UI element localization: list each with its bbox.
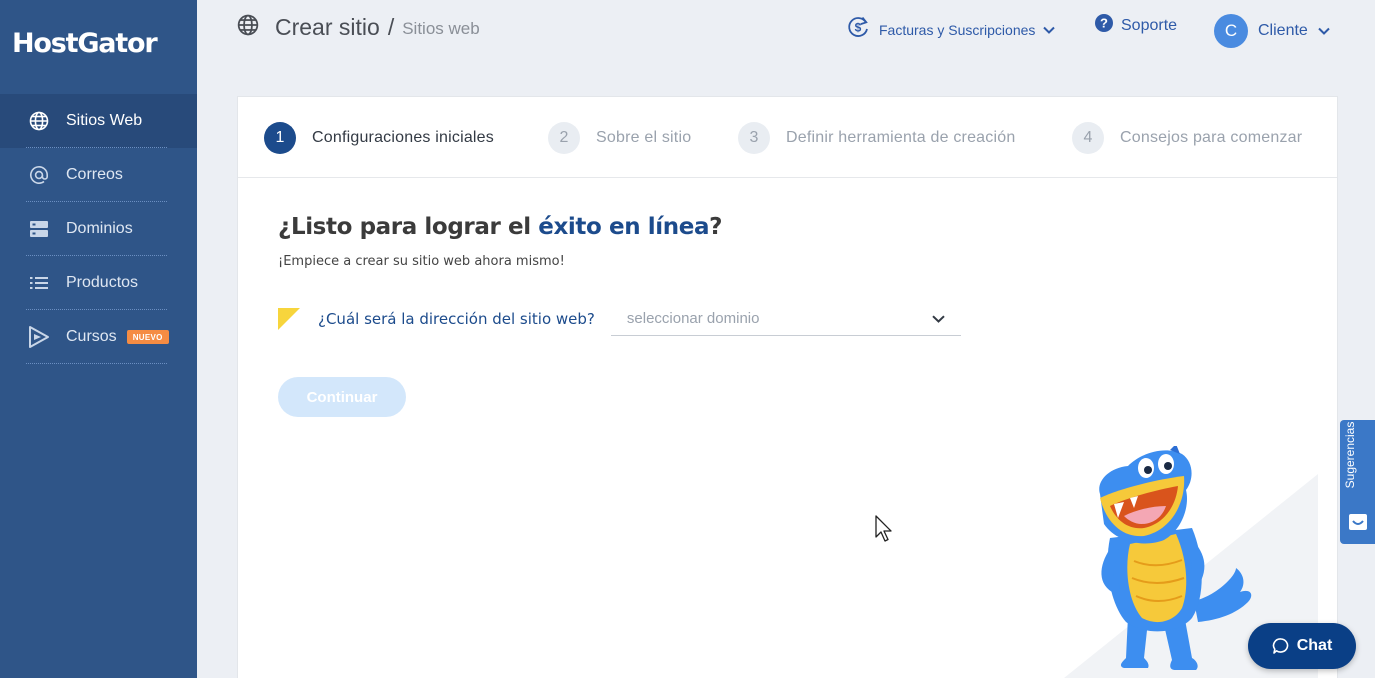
sidebar-item-label: Correos: [66, 166, 123, 183]
step-number: 3: [738, 122, 770, 154]
headline: ¿Listo para lograr el éxito en línea?: [278, 214, 722, 240]
step-configuraciones-iniciales: 1 Configuraciones iniciales: [264, 122, 494, 154]
client-label: Cliente: [1258, 22, 1308, 39]
billing-link-label: Facturas y Suscripciones: [879, 21, 1036, 38]
support-label: Soporte: [1121, 16, 1178, 34]
step-label: Consejos para comenzar: [1120, 129, 1303, 146]
domain-question-row: ¿Cuál será la dirección del sitio web? s…: [278, 302, 961, 336]
step-label: Configuraciones iniciales: [312, 129, 494, 146]
chat-bubble-icon: [1272, 638, 1289, 654]
sugerencias-label: Sugerencias: [1343, 421, 1357, 489]
domain-question-label: ¿Cuál será la dirección del sitio web?: [318, 310, 595, 328]
chevron-down-icon: [1318, 22, 1330, 40]
domain-select[interactable]: seleccionar dominio: [610, 302, 961, 336]
chevron-down-icon: [932, 310, 945, 327]
stepper: 1 Configuraciones iniciales 2 Sobre el s…: [238, 97, 1337, 178]
sidebar-item-label: Cursos: [66, 328, 117, 345]
flag-icon: [278, 308, 300, 330]
dollar-refresh-icon: $: [845, 14, 871, 45]
continue-button[interactable]: Continuar: [278, 377, 406, 417]
sidebar-item-sitios-web[interactable]: Sitios Web: [0, 94, 197, 148]
step-number: 2: [548, 122, 580, 154]
svg-text:$: $: [855, 21, 862, 35]
play-icon: [26, 326, 52, 348]
chevron-down-icon: [1043, 21, 1056, 39]
sidebar-nav: Sitios Web Correos Dominios Productos Cu…: [0, 94, 197, 364]
page-title: Crear sitio: [275, 14, 380, 40]
headline-highlight: éxito en línea: [538, 214, 710, 240]
sidebar-item-label: Sitios Web: [66, 112, 143, 129]
sidebar: HostGator Sitios Web Correos Dominios Pr…: [0, 0, 197, 678]
sidebar-item-productos[interactable]: Productos: [0, 256, 197, 310]
hostgator-logo[interactable]: HostGator: [12, 28, 158, 59]
step-definir-herramienta: 3 Definir herramienta de creación: [738, 122, 1015, 154]
client-menu[interactable]: C Cliente: [1214, 14, 1330, 48]
headline-end: ?: [709, 214, 723, 240]
step-label: Definir herramienta de creación: [786, 129, 1016, 146]
domain-select-placeholder: seleccionar dominio: [626, 310, 760, 327]
gator-mascot-illustration: [1099, 446, 1252, 670]
step-sobre-el-sitio: 2 Sobre el sitio: [548, 122, 691, 154]
svg-text:?: ?: [1100, 16, 1108, 31]
step-label: Sobre el sitio: [596, 129, 692, 146]
sidebar-item-label: Dominios: [66, 220, 133, 237]
sugerencias-feedback-tab[interactable]: Sugerencias: [1340, 420, 1375, 544]
list-icon: [26, 272, 52, 294]
step-number: 1: [264, 122, 296, 154]
mouse-cursor-icon: [875, 515, 892, 542]
step-consejos: 4 Consejos para comenzar: [1072, 122, 1302, 154]
headline-text: ¿Listo para lograr el: [278, 214, 539, 240]
help-circle-icon: ?: [1095, 14, 1113, 37]
top-header: Crear sitio / Sitios web $ Facturas y Su…: [197, 0, 1375, 60]
support-link[interactable]: ? Soporte: [1095, 14, 1177, 37]
chat-button[interactable]: Chat: [1248, 623, 1356, 669]
breadcrumb-separator: /: [387, 14, 395, 40]
avatar: C: [1214, 14, 1248, 48]
globe-icon: [237, 14, 259, 41]
chat-label: Chat: [1296, 637, 1333, 654]
breadcrumb-sitios-web-link[interactable]: Sitios web: [402, 19, 479, 39]
sidebar-item-correos[interactable]: Correos: [0, 148, 197, 202]
breadcrumb: Crear sitio / Sitios web: [237, 14, 480, 41]
billing-menu[interactable]: $ Facturas y Suscripciones: [845, 14, 1056, 45]
sidebar-item-label: Productos: [66, 274, 139, 291]
sidebar-item-dominios[interactable]: Dominios: [0, 202, 197, 256]
feedback-smile-icon: [1349, 514, 1367, 535]
subheadline: ¡Empiece a crear su sitio web ahora mism…: [278, 254, 565, 269]
new-badge: NUEVO: [126, 330, 169, 344]
at-sign-icon: [26, 164, 52, 186]
globe-icon: [26, 110, 52, 132]
step-number: 4: [1072, 122, 1104, 154]
sidebar-item-cursos[interactable]: Cursos NUEVO: [0, 310, 197, 364]
server-icon: [26, 218, 52, 240]
